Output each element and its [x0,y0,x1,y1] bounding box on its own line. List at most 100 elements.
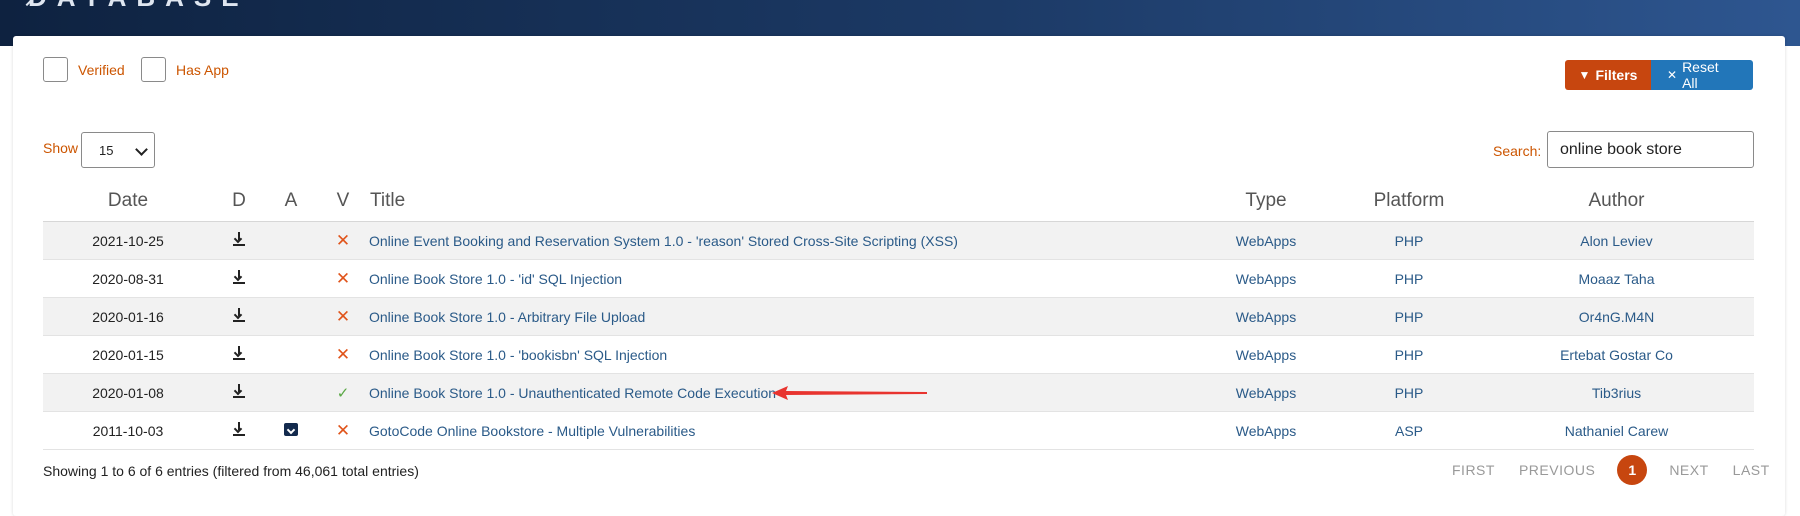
column-header-title[interactable]: Title [369,181,1193,222]
row-verified-cell: ✓ [317,373,369,412]
row-date: 2020-01-16 [43,297,213,336]
row-download-cell [213,259,265,298]
row-date: 2020-01-15 [43,335,213,374]
row-app-cell [265,259,317,298]
column-header-author[interactable]: Author [1479,181,1754,222]
row-app-cell [265,411,317,450]
row-platform-link[interactable]: ASP [1339,411,1479,450]
row-type-link[interactable]: WebApps [1193,259,1339,298]
row-download-cell [213,373,265,412]
row-verified-cell: ✕ [317,259,369,298]
first-page-button[interactable]: FIRST [1452,462,1495,478]
column-header-platform[interactable]: Platform [1339,181,1479,222]
reset-all-button[interactable]: ✕ Reset All [1651,59,1753,91]
current-page-button[interactable]: 1 [1617,455,1648,485]
table-row[interactable]: 2011-10-03 ✕ GotoCode Online Bookstore - M… [43,411,1754,450]
row-title-link[interactable]: Online Event Booking and Reservation Sys… [369,221,1193,260]
column-header-verified[interactable]: V [317,181,369,222]
clear-filter-icon: ✕ [1667,68,1678,82]
row-download-cell [213,221,265,260]
row-app-cell [265,335,317,374]
row-type-link[interactable]: WebApps [1193,297,1339,336]
column-header-type[interactable]: Type [1193,181,1339,222]
row-verified-cell: ✕ [317,411,369,450]
row-type-link[interactable]: WebApps [1193,411,1339,450]
row-download-cell [213,411,265,450]
row-author-link[interactable]: Ertebat Gostar Co [1479,335,1754,374]
row-title-link[interactable]: Online Book Store 1.0 - Arbitrary File U… [369,297,1193,336]
has-app-label: Has App [176,61,229,78]
column-header-app[interactable]: A [265,181,317,222]
table-row[interactable]: 2021-10-25 ✕ Online Event Booking and Rese… [43,221,1754,260]
row-download-cell [213,297,265,336]
row-title-link[interactable]: GotoCode Online Bookstore - Multiple Vul… [369,411,1193,450]
x-mark-icon: ✕ [335,420,351,440]
row-date: 2020-08-31 [43,259,213,298]
row-type-link[interactable]: WebApps [1193,373,1339,412]
row-app-cell [265,297,317,336]
table-row[interactable]: 2020-01-16 ✕ Online Book Store 1.0 - Arbit… [43,297,1754,336]
has-app-checkbox[interactable] [141,57,166,82]
verified-filter[interactable]: Verified [43,57,125,82]
search-input[interactable]: online book store [1547,131,1754,168]
row-verified-cell: ✕ [317,335,369,374]
row-app-cell [265,373,317,412]
row-author-link[interactable]: Or4nG.M4N [1479,297,1754,336]
row-platform-link[interactable]: PHP [1339,373,1479,412]
download-icon[interactable] [233,346,245,360]
download-icon[interactable] [233,384,245,398]
red-arrow-annotation [772,386,927,400]
download-icon[interactable] [233,422,245,436]
has-app-filter[interactable]: Has App [141,57,229,82]
row-author-link[interactable]: Moaaz Taha [1479,259,1754,298]
row-type-link[interactable]: WebApps [1193,221,1339,260]
row-app-cell [265,221,317,260]
download-icon[interactable] [233,308,245,322]
row-verified-cell: ✕ [317,297,369,336]
filters-button[interactable]: ▼ Filters [1565,60,1651,90]
table-header-row: Date D A V Title Type Platform Author [43,181,1754,222]
search-label: Search: [1493,143,1542,159]
show-entries-label: Show [43,140,79,156]
table-info: Showing 1 to 6 of 6 entries (filtered fr… [43,463,419,479]
row-platform-link[interactable]: PHP [1339,335,1479,374]
pagination: FIRST PREVIOUS 1 NEXT LAST [1440,455,1782,485]
column-header-download[interactable]: D [213,181,265,222]
brand-name: DATABASE [28,0,249,13]
row-download-cell [213,335,265,374]
entries-per-page-value: 15 [99,142,114,158]
entries-per-page-select[interactable]: 15 [81,132,155,168]
row-author-link[interactable]: Nathaniel Carew [1479,411,1754,450]
verified-label: Verified [78,61,125,78]
row-date: 2020-01-08 [43,373,213,412]
column-header-date[interactable]: Date [43,181,213,222]
verified-checkbox[interactable] [43,57,68,82]
row-date: 2021-10-25 [43,221,213,260]
next-page-button[interactable]: NEXT [1669,462,1708,478]
row-platform-link[interactable]: PHP [1339,297,1479,336]
table-row[interactable]: 2020-08-31 ✕ Online Book Store 1.0 - 'id' … [43,259,1754,298]
app-archive-icon[interactable] [284,422,298,436]
check-mark-icon: ✓ [336,384,350,402]
download-icon[interactable] [233,270,245,284]
chevron-down-icon [135,143,148,156]
last-page-button[interactable]: LAST [1733,462,1770,478]
x-mark-icon: ✕ [335,344,351,364]
download-icon[interactable] [233,232,245,246]
search-input-value: online book store [1560,140,1682,158]
row-author-link[interactable]: Alon Leviev [1479,221,1754,260]
row-verified-cell: ✕ [317,221,369,260]
previous-page-button[interactable]: PREVIOUS [1519,462,1595,478]
row-title-link[interactable]: Online Book Store 1.0 - 'id' SQL Injecti… [369,259,1193,298]
row-title-link[interactable]: Online Book Store 1.0 - 'bookisbn' SQL I… [369,335,1193,374]
row-date: 2011-10-03 [43,411,213,450]
x-mark-icon: ✕ [335,268,351,288]
row-platform-link[interactable]: PHP [1339,221,1479,260]
row-platform-link[interactable]: PHP [1339,259,1479,298]
filters-button-label: Filters [1595,67,1638,83]
x-mark-icon: ✕ [335,230,351,250]
table-row[interactable]: 2020-01-15 ✕ Online Book Store 1.0 - 'book… [43,335,1754,374]
row-type-link[interactable]: WebApps [1193,335,1339,374]
row-author-link[interactable]: Tib3rius [1479,373,1754,412]
results-table: Date D A V Title Type Platform Author 20… [43,181,1754,450]
